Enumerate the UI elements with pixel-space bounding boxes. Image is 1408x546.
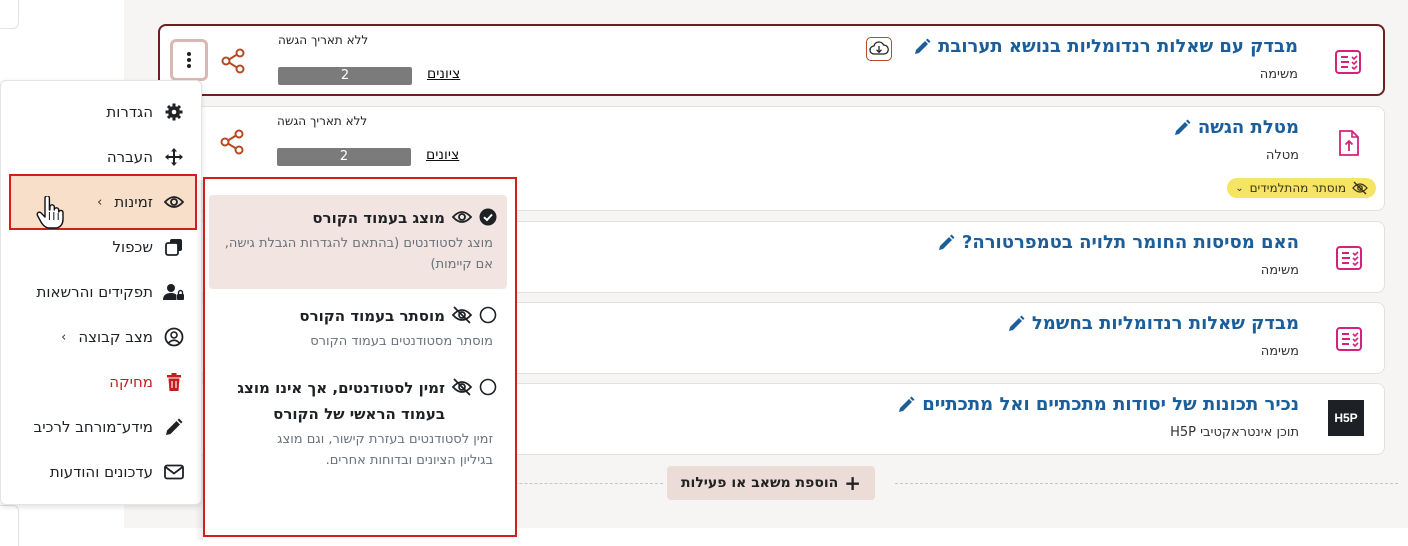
activity-type: מטלה <box>1265 148 1299 163</box>
menu-item-label: מחיקה <box>109 373 153 391</box>
grades-link[interactable]: ציונים <box>427 66 460 82</box>
add-activity-label: הוספת משאב או פעילות <box>680 475 839 491</box>
hand-pointer-cursor-icon <box>36 195 64 230</box>
availability-option-show[interactable]: מוצג בעמוד הקורס מוצג לסטודנטים (בהתאם ל… <box>209 195 507 289</box>
edit-title-pencil-icon[interactable] <box>896 395 916 415</box>
edit-title-pencil-icon[interactable] <box>936 233 956 253</box>
copy-icon <box>163 236 185 258</box>
option-description: מוצג לסטודנטים (בהתאם להגדרות הגבלת גישה… <box>224 236 493 272</box>
activity-title-link[interactable]: האם מסיסות החומר תלויה בטמפרטורה? <box>936 232 1299 253</box>
option-description: זמין לסטודנטים בעזרת קישור, וגם מוצג בגי… <box>277 432 493 468</box>
edit-title-pencil-icon[interactable] <box>1006 314 1026 334</box>
kebab-menu-icon <box>187 52 191 68</box>
menu-item-label: הגדרות <box>106 103 153 121</box>
trash-icon <box>163 371 185 393</box>
option-title: זמין לסטודנטים, אך אינו מוצג בעמוד הראשי… <box>237 379 445 423</box>
activity-title[interactable]: נכיר תכונות של יסודות מתכתיים ואל מתכתיי… <box>922 394 1299 415</box>
availability-submenu: מוצג בעמוד הקורס מוצג לסטודנטים (בהתאם ל… <box>203 177 517 537</box>
menu-item-label: מצב קבוצה <box>78 328 153 346</box>
assignment-icon <box>1335 325 1363 353</box>
envelope-icon <box>163 461 185 483</box>
activity-card: מבדק עם שאלות רנדומליות בנושא תערובת משי… <box>158 24 1385 96</box>
chevron-left-icon: › <box>61 329 67 345</box>
chevron-left-icon: › <box>97 194 103 210</box>
menu-item-roles-permissions[interactable]: תפקידים והרשאות <box>37 277 185 307</box>
option-title: מוסתר בעמוד הקורס <box>299 307 445 325</box>
due-date-text: ללא תאריך הגשה <box>278 33 369 47</box>
activity-actions-menu-button[interactable] <box>170 39 208 81</box>
submenu-shadow <box>195 180 203 540</box>
chevron-down-icon: ⌄ <box>1235 182 1244 194</box>
activity-title[interactable]: מטלת הגשה <box>1198 117 1299 138</box>
divider-line <box>895 483 1398 484</box>
activity-type: תוכן אינטראקטיבי H5P <box>1170 425 1299 440</box>
add-activity-button[interactable]: + הוספת משאב או פעילות <box>667 466 875 500</box>
assignment-icon <box>1335 244 1363 272</box>
grade-count-bar: 2 <box>277 148 411 166</box>
user-lock-icon <box>163 281 185 303</box>
option-title: מוצג בעמוד הקורס <box>312 209 445 227</box>
pencil-icon <box>163 416 185 438</box>
upload-file-icon <box>1335 129 1363 157</box>
share-icon[interactable] <box>219 129 245 155</box>
activity-type: משימה <box>1259 67 1298 82</box>
availability-option-stealth[interactable]: זמין לסטודנטים, אך אינו מוצג בעמוד הראשי… <box>209 365 507 529</box>
radio-empty-icon <box>479 306 497 324</box>
menu-item-label: העברה <box>106 148 153 166</box>
menu-item-label: מידע־מורחב לרכיב <box>33 418 153 436</box>
edit-title-pencil-icon[interactable] <box>912 37 932 57</box>
activity-type: משימה <box>1260 263 1299 278</box>
activity-title-link[interactable]: מטלת הגשה <box>1172 117 1299 138</box>
move-icon <box>163 146 185 168</box>
eye-icon <box>451 207 473 227</box>
check-circle-icon <box>479 208 497 226</box>
activity-title-link[interactable]: נכיר תכונות של יסודות מתכתיים ואל מתכתיי… <box>896 394 1299 415</box>
h5p-icon-text: H5P <box>1334 411 1358 425</box>
activity-title-link[interactable]: מבדק שאלות רנדומליות בחשמל <box>1006 313 1299 334</box>
menu-item-duplicate[interactable]: שכפול <box>112 232 185 262</box>
eye-slash-icon <box>451 305 473 325</box>
activity-context-menu: הגדרות העברה זמינות › שכפול תפקידים והרש… <box>0 80 202 505</box>
plus-icon: + <box>844 471 862 495</box>
share-icon[interactable] <box>220 48 246 74</box>
activity-title[interactable]: האם מסיסות החומר תלויה בטמפרטורה? <box>962 232 1299 253</box>
menu-item-label: שכפול <box>112 238 153 256</box>
menu-item-extended-info[interactable]: מידע־מורחב לרכיב <box>34 412 185 442</box>
due-date-text: ללא תאריך הגשה <box>277 114 368 128</box>
menu-item-label: עדכונים והודעות <box>49 463 153 481</box>
grade-count-bar: 2 <box>278 67 412 85</box>
activity-title[interactable]: מבדק עם שאלות רנדומליות בנושא תערובת <box>938 36 1298 57</box>
menu-item-group-mode[interactable]: מצב קבוצה › <box>61 322 185 352</box>
activity-title[interactable]: מבדק שאלות רנדומליות בחשמל <box>1032 313 1299 334</box>
download-cloud-button[interactable] <box>866 37 892 61</box>
left-panel-edge-bottom <box>0 505 19 546</box>
activity-type: משימה <box>1260 344 1299 359</box>
grades-link[interactable]: ציונים <box>426 147 459 163</box>
menu-item-label: זמינות <box>114 193 153 211</box>
gear-icon <box>163 101 185 123</box>
menu-item-updates-notifications[interactable]: עדכונים והודעות <box>50 457 185 487</box>
option-description: מוסתר מסטודנטים בעמוד הקורס <box>310 334 493 349</box>
hidden-from-students-badge[interactable]: מוסתר מהתלמידים ⌄ <box>1227 178 1376 198</box>
radio-empty-icon <box>479 378 497 396</box>
menu-item-availability[interactable]: זמינות › <box>97 187 185 217</box>
assignment-icon <box>1334 48 1362 76</box>
h5p-icon: H5P <box>1328 400 1364 436</box>
menu-item-delete[interactable]: מחיקה <box>109 367 185 397</box>
menu-item-label: תפקידים והרשאות <box>36 283 153 301</box>
badge-label: מוסתר מהתלמידים <box>1249 181 1346 195</box>
menu-item-move[interactable]: העברה <box>107 142 185 172</box>
edit-title-pencil-icon[interactable] <box>1172 118 1192 138</box>
activity-title-link[interactable]: מבדק עם שאלות רנדומליות בנושא תערובת <box>912 36 1298 57</box>
eye-slash-icon <box>1352 181 1368 195</box>
eye-slash-icon <box>451 377 473 397</box>
availability-option-hide[interactable]: מוסתר בעמוד הקורס מוסתר מסטודנטים בעמוד … <box>209 293 507 359</box>
user-circle-icon <box>163 326 185 348</box>
cloud-download-icon <box>869 41 889 55</box>
left-panel-edge <box>0 0 19 29</box>
eye-icon <box>163 191 185 213</box>
menu-item-settings[interactable]: הגדרות <box>106 97 185 127</box>
